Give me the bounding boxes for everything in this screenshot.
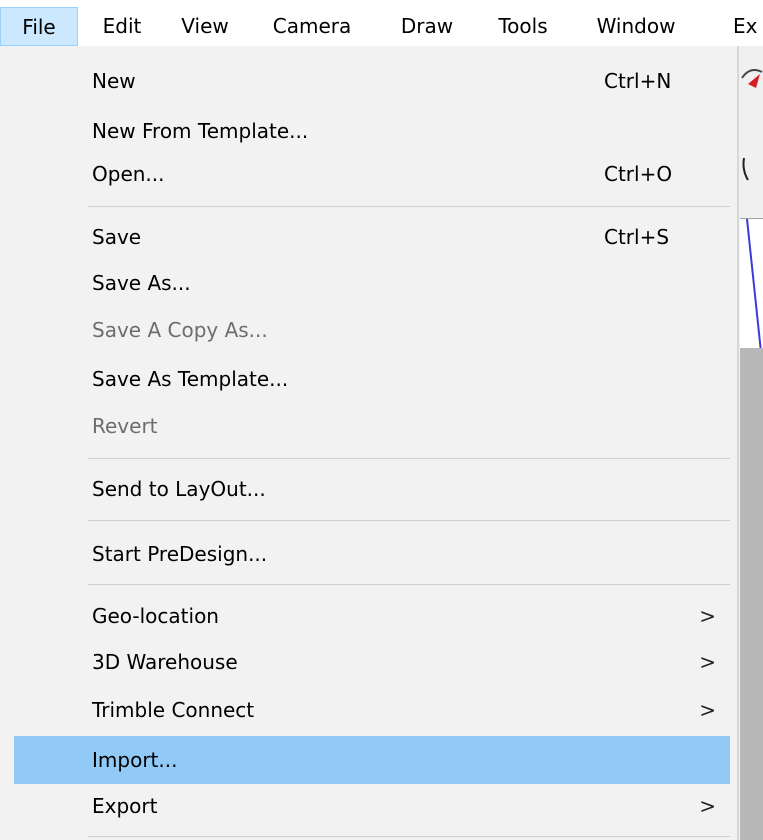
menu-item-label: 3D Warehouse xyxy=(92,650,238,674)
menu-separator xyxy=(88,458,730,459)
shortcut-label: Ctrl+O xyxy=(604,162,673,186)
menu-item-label: Export xyxy=(92,794,158,818)
menu-item-label: Save As Template... xyxy=(92,367,289,391)
menu-tools[interactable]: Tools xyxy=(486,7,560,46)
menu-item-save[interactable]: Save Ctrl+S xyxy=(14,219,730,255)
menu-separator xyxy=(88,206,730,207)
menu-item-send-to-layout[interactable]: Send to LayOut... xyxy=(14,471,730,507)
menu-item-label: Revert xyxy=(92,414,158,438)
menu-camera[interactable]: Camera xyxy=(262,7,362,46)
menu-item-label: Open... xyxy=(92,162,165,186)
workspace-background xyxy=(740,348,763,840)
menu-item-label: Send to LayOut... xyxy=(92,477,266,501)
menu-extensions[interactable]: Ex xyxy=(733,7,763,46)
menu-bar: File Edit View Camera Draw Tools Window … xyxy=(0,0,763,46)
menu-file[interactable]: File xyxy=(0,7,78,46)
drawing-viewport[interactable] xyxy=(740,218,763,349)
menu-item-3d-warehouse[interactable]: 3D Warehouse > xyxy=(14,644,730,680)
menu-window[interactable]: Window xyxy=(584,7,688,46)
submenu-arrow-icon: > xyxy=(699,650,716,674)
menu-item-label: New From Template... xyxy=(92,119,309,143)
menu-item-open[interactable]: Open... Ctrl+O xyxy=(14,156,730,192)
select-tool-icon[interactable] xyxy=(740,64,763,100)
menu-item-label: Geo-location xyxy=(92,604,219,628)
menu-item-save-a-copy-as: Save A Copy As... xyxy=(14,312,730,348)
menu-item-new[interactable]: New Ctrl+N xyxy=(14,63,730,99)
menu-item-save-as-template[interactable]: Save As Template... xyxy=(14,361,730,397)
menu-item-revert: Revert xyxy=(14,408,730,444)
menu-item-import[interactable]: Import... xyxy=(14,736,730,784)
submenu-arrow-icon: > xyxy=(699,698,716,722)
menu-item-start-predesign[interactable]: Start PreDesign... xyxy=(14,536,730,572)
shortcut-label: Ctrl+S xyxy=(604,225,670,249)
submenu-arrow-icon: > xyxy=(699,794,716,818)
menu-item-geo-location[interactable]: Geo-location > xyxy=(14,598,730,634)
menu-item-label: Import... xyxy=(92,748,178,772)
menu-view[interactable]: View xyxy=(170,7,240,46)
orbit-tool-icon[interactable] xyxy=(740,150,763,186)
menu-item-export[interactable]: Export > xyxy=(14,788,730,824)
menu-item-save-as[interactable]: Save As... xyxy=(14,265,730,301)
menu-item-trimble-connect[interactable]: Trimble Connect > xyxy=(14,692,730,728)
menu-item-new-from-template[interactable]: New From Template... xyxy=(14,113,730,149)
file-menu-dropdown: New Ctrl+N New From Template... Open... … xyxy=(0,46,739,840)
menu-item-label: Start PreDesign... xyxy=(92,542,268,566)
menu-item-label: Save A Copy As... xyxy=(92,318,268,342)
menu-separator xyxy=(88,520,730,521)
shortcut-label: Ctrl+N xyxy=(604,69,672,93)
menu-draw[interactable]: Draw xyxy=(393,7,461,46)
menu-separator xyxy=(88,584,730,585)
menu-separator xyxy=(88,836,730,837)
menu-edit[interactable]: Edit xyxy=(92,7,152,46)
axis-line xyxy=(746,218,762,349)
menu-item-label: Save xyxy=(92,225,142,249)
menu-item-label: Trimble Connect xyxy=(92,698,255,722)
submenu-arrow-icon: > xyxy=(699,604,716,628)
menu-item-label: New xyxy=(92,69,136,93)
menu-item-label: Save As... xyxy=(92,271,191,295)
